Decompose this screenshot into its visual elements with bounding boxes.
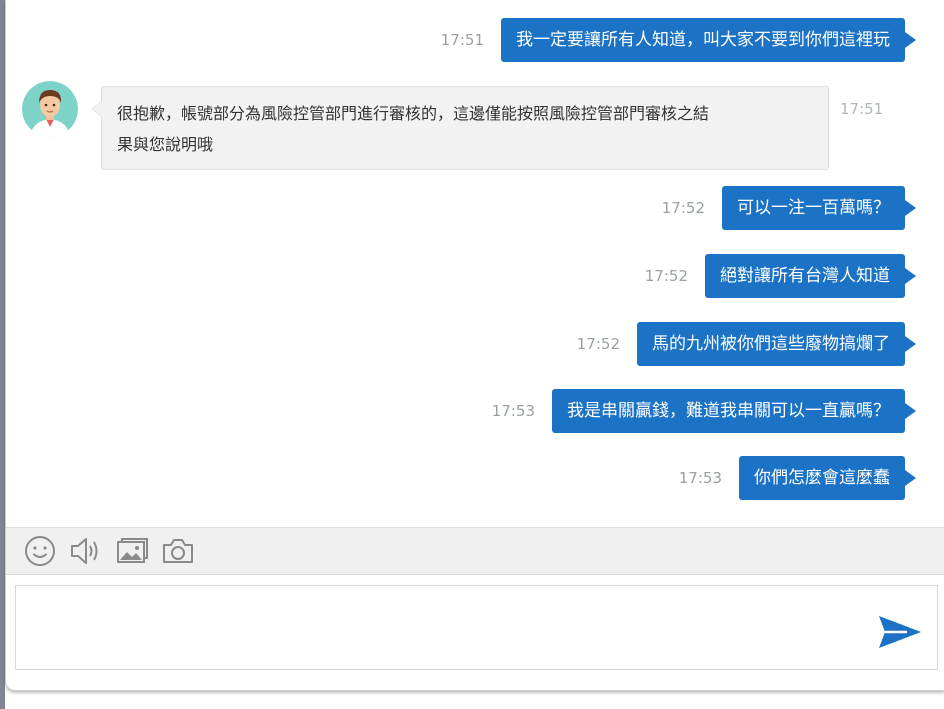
message-bubble: 我一定要讓所有人知道，叫大家不要到你們這裡玩 <box>501 18 916 62</box>
camera-icon[interactable] <box>161 534 195 568</box>
chat-window: 17:51 我一定要讓所有人知道，叫大家不要到你們這裡玩 很抱歉，帳號部分為風險… <box>5 0 944 691</box>
message-list[interactable]: 17:51 我一定要讓所有人知道，叫大家不要到你們這裡玩 很抱歉，帳號部分為風險… <box>6 0 944 527</box>
message-time: 17:51 <box>440 31 484 49</box>
message-bubble: 絕對讓所有台灣人知道 <box>705 254 916 298</box>
message-out-3: 17:52 絕對讓所有台灣人知道 <box>644 254 916 298</box>
message-bubble: 馬的九州被你們這些廢物搞爛了 <box>637 322 916 366</box>
message-out-1: 17:51 我一定要讓所有人知道，叫大家不要到你們這裡玩 <box>440 18 916 62</box>
message-bubble: 你們怎麼會這麼蠢 <box>739 456 916 500</box>
send-icon[interactable] <box>877 612 923 652</box>
message-bubble: 可以一注一百萬嗎？ <box>722 186 916 230</box>
message-bubble: 我是串關贏錢，難道我串關可以一直贏嗎？ <box>552 389 916 433</box>
message-input[interactable] <box>16 586 856 669</box>
message-in-line2: 果與您說明哦 <box>117 135 214 154</box>
message-in-line1: 很抱歉，帳號部分為風險控管部門進行審核的，這邊僅能按照風險控管部門審核之結 <box>117 104 710 123</box>
audio-icon[interactable] <box>69 534 103 568</box>
agent-avatar <box>22 81 78 137</box>
message-time: 17:52 <box>576 335 620 353</box>
message-in-time: 17:51 <box>840 100 884 118</box>
message-time: 17:53 <box>491 402 535 420</box>
message-composer <box>15 585 938 670</box>
message-out-6: 17:53 你們怎麼會這麼蠢 <box>678 456 916 500</box>
message-time: 17:53 <box>678 469 722 487</box>
message-time: 17:52 <box>661 199 705 217</box>
message-out-4: 17:52 馬的九州被你們這些廢物搞爛了 <box>576 322 916 366</box>
emoji-icon[interactable] <box>23 534 57 568</box>
message-in-bubble: 很抱歉，帳號部分為風險控管部門進行審核的，這邊僅能按照風險控管部門審核之結 果與… <box>91 86 829 170</box>
image-icon[interactable] <box>115 534 149 568</box>
message-time: 17:52 <box>644 267 688 285</box>
message-out-5: 17:53 我是串關贏錢，難道我串關可以一直贏嗎？ <box>491 389 916 433</box>
composer-toolbar <box>6 527 944 575</box>
message-out-2: 17:52 可以一注一百萬嗎？ <box>661 186 916 230</box>
